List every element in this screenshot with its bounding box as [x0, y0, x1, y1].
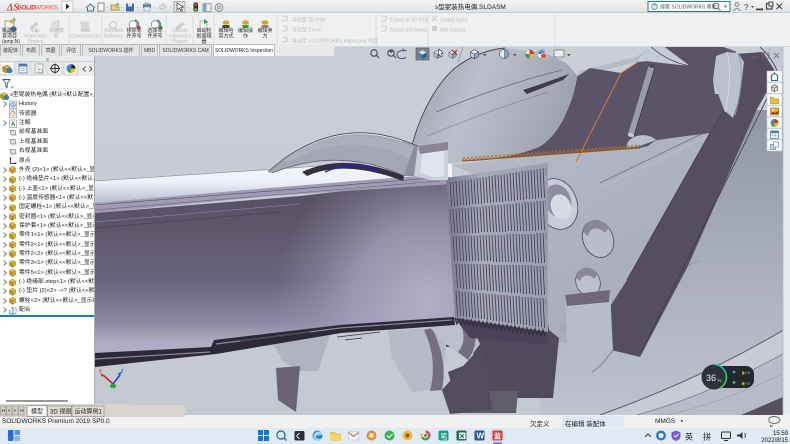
svg-text:模型: 模型 — [31, 408, 43, 416]
svg-text:%: % — [718, 378, 722, 383]
svg-text:36: 36 — [706, 373, 716, 383]
svg-text:运动算例1: 运动算例1 — [75, 408, 103, 416]
svg-text:·: · — [121, 5, 123, 11]
svg-text:?: ? — [744, 3, 749, 12]
svg-text:·: · — [153, 5, 155, 11]
svg-text:·: · — [106, 5, 108, 11]
svg-text:·: · — [226, 5, 228, 11]
svg-text:🔒KB: 🔒KB — [741, 382, 751, 386]
svg-text:3D 视图: 3D 视图 — [50, 408, 71, 416]
svg-text:s型铌装热电偶.SLDASM: s型铌装热电偶.SLDASM — [435, 2, 506, 11]
svg-text:W: W — [477, 432, 485, 441]
svg-text:·: · — [137, 5, 139, 11]
svg-text:导出至 2D PDF: 导出至 2D PDF — [292, 17, 326, 24]
svg-text:·: · — [169, 5, 171, 11]
svg-text:英: 英 — [685, 432, 693, 442]
svg-text:SOLID: SOLID — [18, 5, 37, 12]
svg-text:Export eDrawing: Export eDrawing — [390, 28, 427, 34]
svg-text:搜索 SOLIDWORKS 帮助: 搜索 SOLIDWORKS 帮助 — [660, 4, 717, 11]
svg-text:方: 方 — [262, 33, 267, 40]
svg-text:查方式: 查方式 — [218, 33, 233, 40]
svg-text:Characteristic: Characteristic — [70, 34, 101, 40]
svg-text:拼: 拼 — [703, 432, 711, 442]
svg-text:Balloons: Balloons — [104, 34, 124, 40]
svg-text:Net-Inspect: Net-Inspect — [440, 28, 466, 34]
svg-text:2022/8/15: 2022/8/15 — [761, 438, 788, 444]
svg-text:作: 作 — [243, 33, 248, 40]
svg-text:·: · — [187, 5, 189, 11]
svg-text:15:59: 15:59 — [773, 431, 789, 437]
svg-text:件序号: 件序号 — [126, 33, 141, 40]
svg-text:A: A — [11, 122, 16, 128]
svg-text:监: 监 — [494, 432, 501, 441]
svg-text:导出至 Excel: 导出至 Excel — [292, 27, 321, 34]
svg-text:板: 板 — [54, 33, 59, 40]
svg-text:🔒KB: 🔒KB — [741, 371, 751, 375]
svg-text:QualityXpert: QualityXpert — [440, 18, 468, 24]
svg-text:Export to 3D PDF: Export to 3D PDF — [390, 18, 429, 24]
svg-text:笔: 笔 — [441, 432, 448, 441]
svg-text:件序号: 件序号 — [147, 33, 162, 40]
svg-text:WORKS: WORKS — [35, 5, 58, 12]
svg-text:?: ? — [653, 5, 656, 11]
